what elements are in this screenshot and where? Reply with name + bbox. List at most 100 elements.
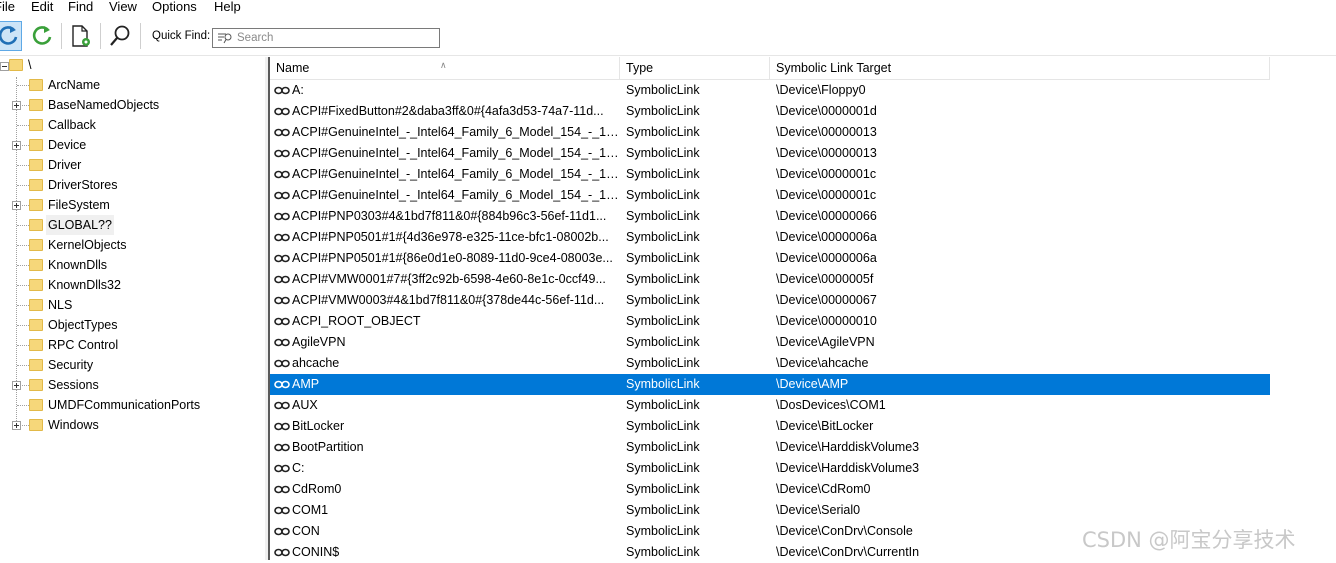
table-row[interactable]: ACPI#VMW0003#4&1bd7f811&0#{378de44c-56ef… <box>270 290 1270 311</box>
tree-item-arcname[interactable]: ArcName <box>0 75 262 95</box>
expand-icon[interactable] <box>12 421 21 430</box>
table-row[interactable]: CdRom0 SymbolicLink \Device\CdRom0 <box>270 479 1270 500</box>
cell-target: \Device\00000013 <box>776 146 877 160</box>
cell-name: AUX <box>292 398 318 412</box>
cell-type: SymbolicLink <box>626 419 700 433</box>
menu-file[interactable]: File <box>0 0 15 15</box>
object-tree[interactable]: \ ArcName BaseNamedObjects Callback Devi… <box>0 57 262 560</box>
tree-item-callback[interactable]: Callback <box>0 115 262 135</box>
object-list[interactable]: Name ∧ Type Symbolic Link Target A: Symbo… <box>270 57 1336 560</box>
table-row[interactable]: ACPI#FixedButton#2&daba3ff&0#{4afa3d53-7… <box>270 101 1270 122</box>
cell-type: SymbolicLink <box>626 335 700 349</box>
tree-item-label: Device <box>48 138 87 152</box>
toolbar-separator <box>100 23 101 49</box>
menu-edit[interactable]: Edit <box>31 0 53 15</box>
table-row[interactable]: ACPI#PNP0303#4&1bd7f811&0#{884b96c3-56ef… <box>270 206 1270 227</box>
tree-item-driverstores[interactable]: DriverStores <box>0 175 262 195</box>
find-button[interactable] <box>106 21 134 51</box>
folder-icon <box>29 239 43 251</box>
column-header-name[interactable]: Name ∧ <box>270 57 620 79</box>
folder-icon <box>29 359 43 371</box>
expand-icon[interactable] <box>12 381 21 390</box>
column-header-target[interactable]: Symbolic Link Target <box>770 57 1270 79</box>
expand-icon[interactable] <box>12 201 21 210</box>
tree-connector <box>17 85 29 86</box>
tree-connector <box>17 165 29 166</box>
refresh-button[interactable] <box>0 21 22 51</box>
properties-icon <box>72 25 90 47</box>
table-row[interactable]: ACPI#PNP0501#1#{86e0d1e0-8089-11d0-9ce4-… <box>270 248 1270 269</box>
tree-item-security[interactable]: Security <box>0 355 262 375</box>
cell-target: \Device\0000005f <box>776 272 874 286</box>
auto-refresh-button[interactable] <box>28 21 56 51</box>
column-header-type[interactable]: Type <box>620 57 770 79</box>
tree-item-label: RPC Control <box>48 338 119 352</box>
tree-item-knowndlls[interactable]: KnownDlls <box>0 255 262 275</box>
table-row[interactable]: A: SymbolicLink \Device\Floppy0 <box>270 80 1270 101</box>
table-row[interactable]: ACPI#GenuineIntel_-_Intel64_Family_6_Mod… <box>270 143 1270 164</box>
tree-item-basenamedobjects[interactable]: BaseNamedObjects <box>0 95 262 115</box>
table-row[interactable]: ACPI#GenuineIntel_-_Intel64_Family_6_Mod… <box>270 164 1270 185</box>
menu-find[interactable]: Find <box>68 0 93 15</box>
cell-name: A: <box>292 83 304 97</box>
tree-item-knowndlls32[interactable]: KnownDlls32 <box>0 275 262 295</box>
tree-item-driver[interactable]: Driver <box>0 155 262 175</box>
tree-item-umdfcommunicationports[interactable]: UMDFCommunicationPorts <box>0 395 262 415</box>
cell-target: \Device\0000006a <box>776 230 877 244</box>
table-row[interactable]: ACPI_ROOT_OBJECT SymbolicLink \Device\0000… <box>270 311 1270 332</box>
folder-icon <box>29 279 43 291</box>
cell-name: ACPI#GenuineIntel_-_Intel64_Family_6_Mod… <box>292 188 620 202</box>
cell-type: SymbolicLink <box>626 188 700 202</box>
tree-item-rpc-control[interactable]: RPC Control <box>0 335 262 355</box>
tree-item-label: Security <box>48 358 94 372</box>
tree-item-kernelobjects[interactable]: KernelObjects <box>0 235 262 255</box>
menu-view[interactable]: View <box>109 0 137 15</box>
cell-name: ACPI#PNP0501#1#{86e0d1e0-8089-11d0-9ce4-… <box>292 251 613 265</box>
menu-help[interactable]: Help <box>214 0 241 15</box>
table-row[interactable]: AgileVPN SymbolicLink \Device\AgileVPN <box>270 332 1270 353</box>
search-input[interactable] <box>237 30 435 46</box>
tree-item-label: BaseNamedObjects <box>48 98 160 112</box>
table-row[interactable]: COM1 SymbolicLink \Device\Serial0 <box>270 500 1270 521</box>
table-row[interactable]: C: SymbolicLink \Device\HarddiskVolume3 <box>270 458 1270 479</box>
table-row[interactable]: AUX SymbolicLink \DosDevices\COM1 <box>270 395 1270 416</box>
expand-icon[interactable] <box>12 101 21 110</box>
tree-item-label: DriverStores <box>48 178 118 192</box>
cell-name: AMP <box>292 377 320 391</box>
folder-icon <box>29 399 43 411</box>
tree-item-filesystem[interactable]: FileSystem <box>0 195 262 215</box>
tree-item-windows[interactable]: Windows <box>0 415 262 435</box>
table-row[interactable]: ACPI#PNP0501#1#{4d36e978-e325-11ce-bfc1-… <box>270 227 1270 248</box>
cell-target: \Device\BitLocker <box>776 419 874 433</box>
tree-item-global[interactable]: GLOBAL?? <box>0 215 262 235</box>
symbolic-link-icon <box>274 338 290 347</box>
table-row[interactable]: ACPI#VMW0001#7#{3ff2c92b-6598-4e60-8e1c-… <box>270 269 1270 290</box>
menu-options[interactable]: Options <box>152 0 197 15</box>
column-header-label: Name <box>276 61 310 75</box>
cell-name: CON <box>292 524 320 538</box>
symbolic-link-icon <box>274 401 290 410</box>
table-row[interactable]: ACPI#GenuineIntel_-_Intel64_Family_6_Mod… <box>270 185 1270 206</box>
table-row[interactable]: ACPI#GenuineIntel_-_Intel64_Family_6_Mod… <box>270 122 1270 143</box>
folder-icon <box>29 319 43 331</box>
tree-item-objecttypes[interactable]: ObjectTypes <box>0 315 262 335</box>
table-row[interactable]: BootPartition SymbolicLink \Device\Harddis… <box>270 437 1270 458</box>
table-row[interactable]: ahcache SymbolicLink \Device\ahcache <box>270 353 1270 374</box>
cell-type: SymbolicLink <box>626 209 700 223</box>
tree-item-sessions[interactable]: Sessions <box>0 375 262 395</box>
properties-button[interactable] <box>66 21 94 51</box>
tree-root[interactable]: \ <box>0 57 262 77</box>
expand-icon[interactable] <box>12 141 21 150</box>
quick-find-box[interactable] <box>212 28 440 48</box>
cell-type: SymbolicLink <box>626 272 700 286</box>
tree-item-nls[interactable]: NLS <box>0 295 262 315</box>
tree-item-device[interactable]: Device <box>0 135 262 155</box>
table-row[interactable]: BitLocker SymbolicLink \Device\BitLocker <box>270 416 1270 437</box>
cell-name: CdRom0 <box>292 482 342 496</box>
tree-root-label: \ <box>28 58 32 72</box>
symbolic-link-icon <box>274 275 290 284</box>
symbolic-link-icon <box>274 233 290 242</box>
table-row[interactable]: AMP SymbolicLink \Device\AMP <box>270 374 1270 395</box>
collapse-icon[interactable] <box>0 62 9 71</box>
folder-icon <box>29 259 43 271</box>
